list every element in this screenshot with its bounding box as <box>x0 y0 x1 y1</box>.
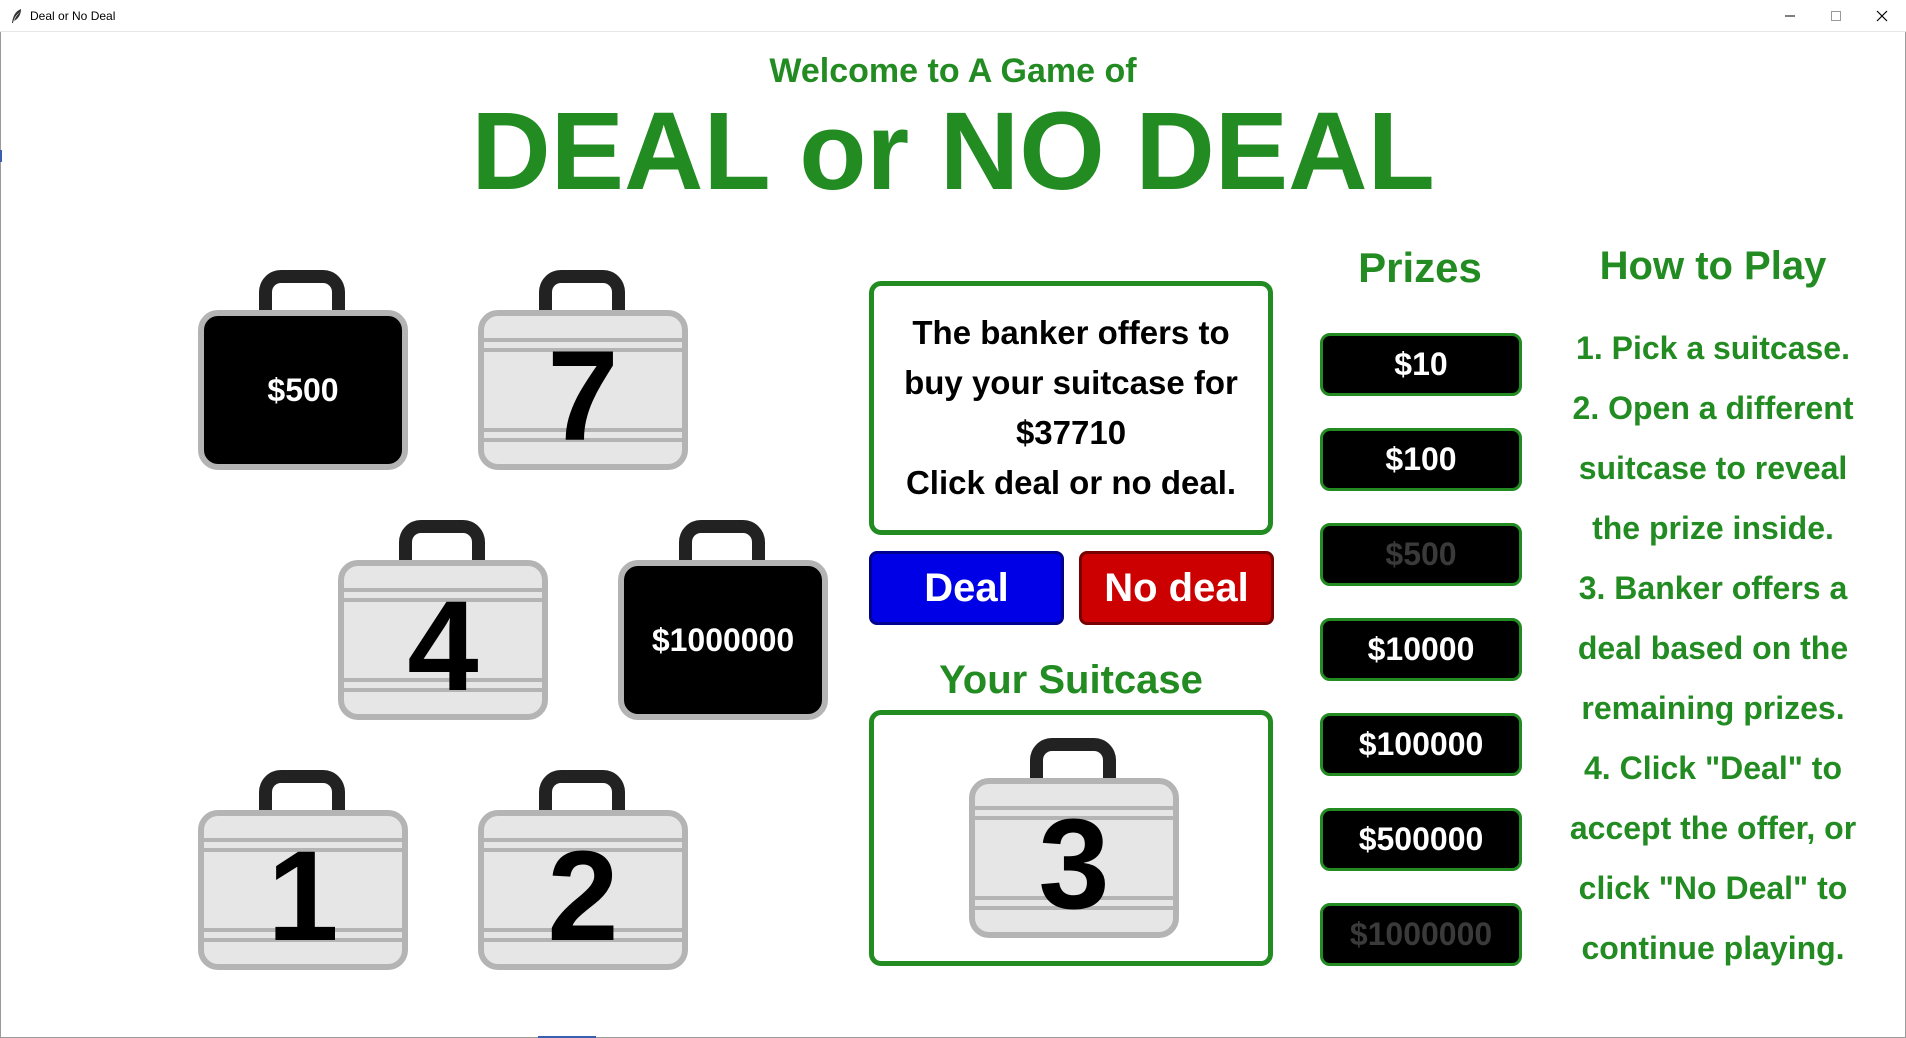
suitcase-label: $1000000 <box>651 622 795 658</box>
game-title: DEAL or NO DEAL <box>471 90 1435 213</box>
your-suitcase: 3 <box>969 738 1179 938</box>
how-to-play-line: 1. Pick a suitcase. <box>1576 330 1850 366</box>
prize-item: $10 <box>1320 333 1522 396</box>
window-titlebar: Deal or No Deal <box>0 0 1906 32</box>
suitcase-body: $1000000 <box>618 560 828 720</box>
how-to-play-line: the prize inside. <box>1592 510 1834 546</box>
your-suitcase-number: 3 <box>1038 793 1110 936</box>
how-to-play-line: click "No Deal" to <box>1578 870 1848 906</box>
suitcase-label: $500 <box>267 372 339 408</box>
how-to-play-line: 2. Open a different <box>1572 390 1854 426</box>
welcome-text: Welcome to A Game of <box>769 52 1137 90</box>
suitcase-label: 2 <box>547 825 619 968</box>
suitcase[interactable]: $500 <box>198 270 408 470</box>
feather-icon <box>10 8 24 24</box>
suitcase-body: 4 <box>338 560 548 720</box>
close-button[interactable] <box>1859 0 1905 32</box>
suitcase-body: 3 <box>969 778 1179 938</box>
banker-offer-instruction: Click deal or no deal. <box>905 464 1237 501</box>
suitcase[interactable]: 2 <box>478 770 688 970</box>
banker-offer-text: The banker offers to <box>912 314 1230 351</box>
banker-offer-amount: $37710 <box>1015 414 1127 451</box>
suitcase-body: 7 <box>478 310 688 470</box>
banker-offer-panel: The banker offers to buy your suitcase f… <box>869 281 1273 535</box>
how-to-play-heading: How to Play <box>1599 244 1827 288</box>
suitcase[interactable]: 1 <box>198 770 408 970</box>
prize-item: $500 <box>1320 523 1522 586</box>
prize-item: $10000 <box>1320 618 1522 681</box>
prize-item: $1000000 <box>1320 903 1522 966</box>
no-deal-button[interactable]: No deal <box>1079 551 1274 625</box>
suitcase[interactable]: 4 <box>338 520 548 720</box>
how-to-play-line: 4. Click "Deal" to <box>1584 750 1842 786</box>
close-icon <box>1876 10 1888 22</box>
prizes-heading: Prizes <box>1358 244 1482 291</box>
deal-button[interactable]: Deal <box>869 551 1064 625</box>
maximize-button[interactable] <box>1813 0 1859 32</box>
suitcase-body: $500 <box>198 310 408 470</box>
window-title: Deal or No Deal <box>30 9 116 23</box>
how-to-play-line: deal based on the <box>1577 630 1849 666</box>
how-to-play-line: 3. Banker offers a <box>1578 570 1848 606</box>
minimize-icon <box>1785 15 1795 17</box>
suitcase-label: 4 <box>407 575 479 718</box>
suitcase-body: 1 <box>198 810 408 970</box>
your-suitcase-panel: 3 <box>869 710 1273 966</box>
how-to-play-line: accept the offer, or <box>1569 810 1857 846</box>
suitcase-label: 1 <box>267 825 339 968</box>
how-to-play-line: suitcase to reveal <box>1578 450 1848 486</box>
suitcase[interactable]: 7 <box>478 270 688 470</box>
suitcase-body: 2 <box>478 810 688 970</box>
your-suitcase-heading: Your Suitcase <box>939 658 1203 702</box>
minimize-button[interactable] <box>1767 0 1813 32</box>
prize-item: $100000 <box>1320 713 1522 776</box>
how-to-play-line: remaining prizes. <box>1581 690 1845 726</box>
suitcase[interactable]: $1000000 <box>618 520 828 720</box>
how-to-play-line: continue playing. <box>1581 930 1845 966</box>
suitcase-label: 7 <box>547 325 619 468</box>
prize-item: $500000 <box>1320 808 1522 871</box>
prize-item: $100 <box>1320 428 1522 491</box>
maximize-icon <box>1831 11 1841 21</box>
banker-offer-text: buy your suitcase for <box>904 364 1238 401</box>
